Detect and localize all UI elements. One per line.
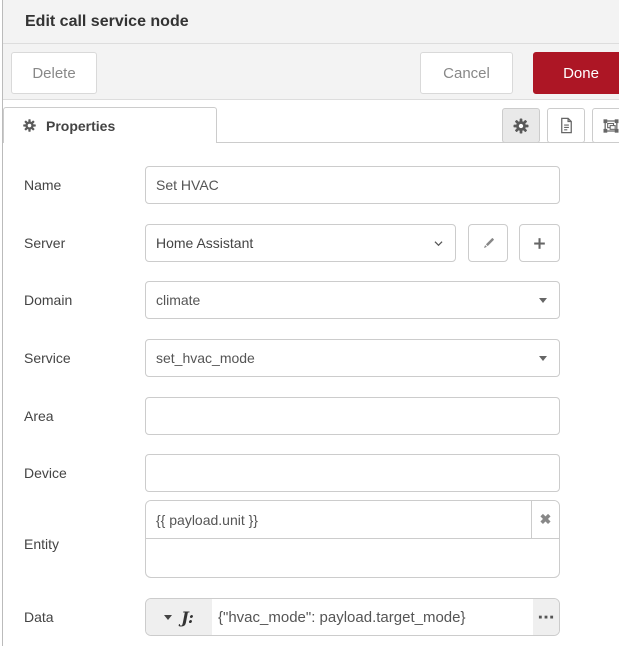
data-typed-input: J: [145,598,560,636]
done-button[interactable]: Done [533,52,619,94]
properties-form: Name Server Home Assistant Domain Servic… [3,143,619,646]
description-panel-button[interactable] [547,108,585,143]
plus-icon [531,235,548,252]
data-input[interactable] [212,599,533,635]
tab-properties[interactable]: Properties [3,107,217,143]
jsonata-type-icon: J: [181,608,194,627]
chevron-down-icon [430,235,447,252]
dialog-title: Edit call service node [25,13,189,31]
pencil-icon [480,235,497,252]
entity-remove-button[interactable]: ✖ [531,501,559,538]
caret-down-icon[interactable] [539,356,547,361]
caret-down-icon [164,615,172,620]
service-input[interactable] [145,339,560,377]
server-label: Server [24,234,65,252]
entity-label: Entity [24,535,59,553]
appearance-panel-button[interactable] [592,108,619,143]
appearance-icon [601,116,619,136]
server-edit-button[interactable] [468,224,508,262]
x-icon: ✖ [540,511,552,528]
gear-icon [22,118,37,133]
service-label: Service [24,349,71,367]
edit-node-dialog: Edit call service node Delete Cancel Don… [2,0,619,646]
document-icon [557,116,576,135]
area-label: Area [24,407,54,425]
delete-button[interactable]: Delete [11,52,97,94]
data-type-button[interactable]: J: [146,599,212,635]
domain-label: Domain [24,291,72,309]
gear-icon [512,117,530,135]
device-label: Device [24,464,67,482]
tab-properties-label: Properties [46,118,115,134]
dialog-toolbar: Delete Cancel Done [3,44,619,100]
entity-input[interactable] [146,501,531,538]
domain-input[interactable] [145,281,560,319]
dialog-header: Edit call service node [3,0,619,44]
server-select[interactable]: Home Assistant [145,224,456,262]
entity-list: ✖ [145,500,560,578]
name-label: Name [24,176,61,194]
server-add-button[interactable] [519,224,560,262]
caret-down-icon[interactable] [539,298,547,303]
service-combo [145,339,560,377]
data-expand-button[interactable] [533,599,559,635]
properties-panel-button[interactable] [502,108,540,143]
domain-combo [145,281,560,319]
ellipsis-icon [536,607,556,627]
server-select-value: Home Assistant [156,235,253,251]
tab-bar: Properties [3,100,619,143]
entity-row-empty[interactable] [146,539,559,578]
data-label: Data [24,608,54,626]
device-input[interactable] [145,454,560,492]
entity-row: ✖ [146,501,559,539]
area-input[interactable] [145,397,560,435]
cancel-button[interactable]: Cancel [420,52,513,94]
name-input[interactable] [145,166,560,204]
